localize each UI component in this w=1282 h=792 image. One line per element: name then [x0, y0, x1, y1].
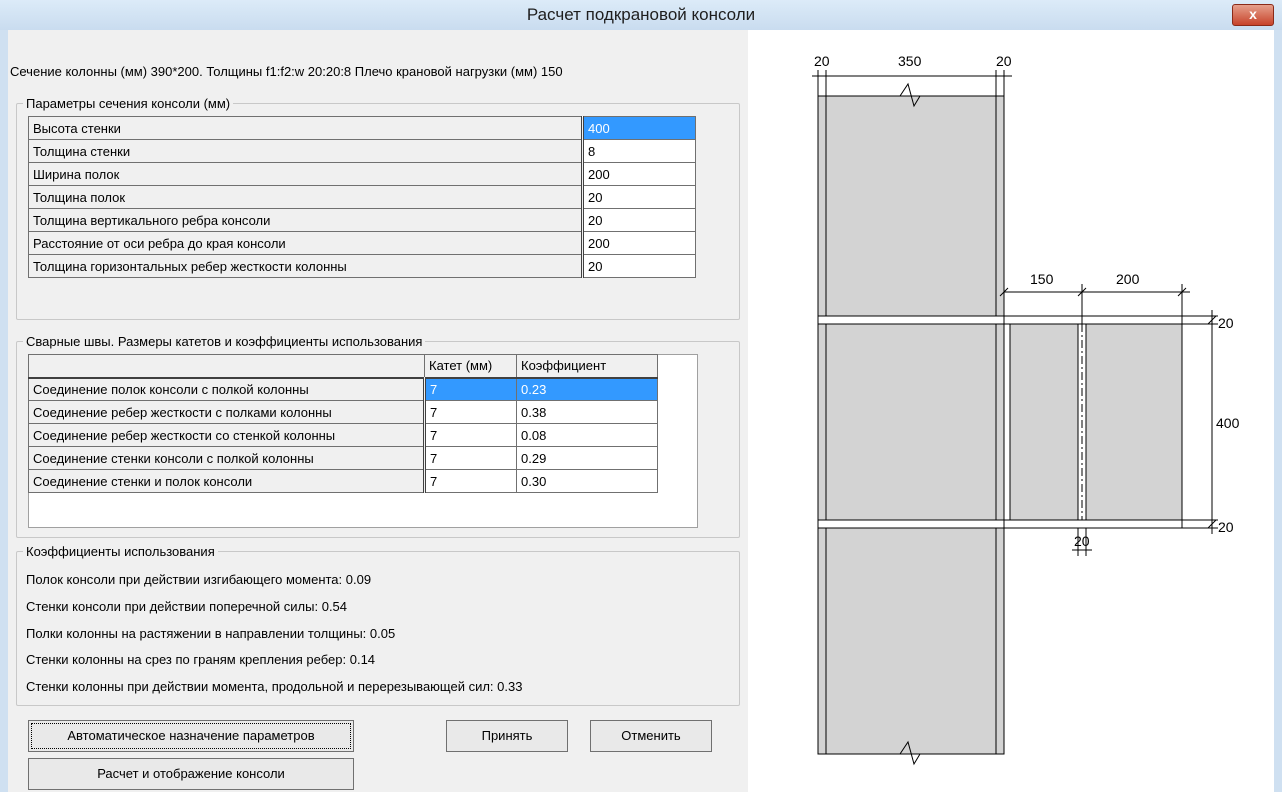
console-flange-bottom	[1003, 519, 1183, 529]
usage-line: Полок консоли при действии изгибающего м…	[26, 572, 372, 587]
window-title: Расчет подкрановой консоли	[526, 5, 756, 24]
weld-label: Соединение полок консоли с полкой колонн…	[28, 377, 426, 401]
usage-line: Стенки консоли при действии поперечной с…	[26, 599, 348, 614]
dim-top-width: 350	[898, 53, 922, 69]
console-body	[1009, 323, 1183, 521]
usage-line: Стенки колонны при действии момента, про…	[26, 679, 523, 694]
dim-top-rib: 20	[1218, 315, 1234, 331]
calc-display-button[interactable]: Расчет и отображение консоли	[28, 758, 354, 790]
table-row[interactable]: Расстояние от оси ребра до края консоли 2…	[28, 231, 696, 255]
close-icon: x	[1249, 6, 1257, 22]
param-value-input[interactable]: 20	[582, 254, 696, 278]
weld-leg-input[interactable]: 7	[424, 400, 517, 424]
column-rib-bottom	[817, 519, 1005, 529]
weld-label: Соединение ребер жесткости с полками кол…	[28, 400, 426, 424]
welds-header-empty	[28, 354, 425, 379]
usage-legend: Коэффициенты использования	[26, 544, 215, 559]
weld-coef-value: 0.38	[516, 400, 658, 424]
param-value-input[interactable]: 200	[582, 231, 696, 255]
weld-leg-input[interactable]: 7	[424, 469, 517, 493]
cancel-button[interactable]: Отменить	[590, 720, 712, 752]
param-label: Толщина горизонтальных ребер жесткости к…	[28, 254, 584, 278]
param-value-input[interactable]: 20	[582, 185, 696, 209]
weld-label: Соединение стенки консоли с полкой колон…	[28, 446, 426, 470]
table-row[interactable]: Соединение полок консоли с полкой колонн…	[28, 377, 658, 401]
title-bar: Расчет подкрановой консоли x	[0, 0, 1282, 31]
accept-button[interactable]: Принять	[446, 720, 568, 752]
weld-label: Соединение стенки и полок консоли	[28, 469, 426, 493]
column-header-coef: Коэффициент	[516, 354, 658, 379]
close-button[interactable]: x	[1232, 4, 1274, 26]
column-header-leg: Катет (мм)	[424, 354, 517, 379]
table-row[interactable]: Соединение стенки и полок консоли 7 0.30	[28, 469, 658, 493]
table-row[interactable]: Соединение ребер жесткости со стенкой ко…	[28, 423, 658, 447]
dim-vert-rib: 20	[1074, 533, 1090, 549]
param-value-input[interactable]: 200	[582, 162, 696, 186]
window-frame-left	[0, 30, 8, 792]
dim-bottom-rib: 20	[1218, 519, 1234, 535]
params-grid: Высота стенки 400 Толщина стенки 8 Ширина …	[28, 116, 696, 278]
drawing-canvas: 20 350 20 150 200 20 400 20 20	[748, 30, 1274, 792]
weld-leg-input[interactable]: 7	[424, 446, 517, 470]
welds-grid: Катет (мм) Коэффициент Соединение полок …	[28, 354, 658, 493]
dim-arm: 150	[1030, 271, 1054, 287]
weld-leg-input[interactable]: 7	[424, 377, 517, 401]
weld-coef-value: 0.23	[516, 377, 658, 401]
dim-top-left-flange: 20	[814, 53, 830, 69]
param-label: Ширина полок	[28, 162, 584, 186]
table-row[interactable]: Соединение стенки консоли с полкой колон…	[28, 446, 658, 470]
usage-line: Полки колонны на растяжении в направлени…	[26, 626, 396, 641]
table-row[interactable]: Толщина стенки 8	[28, 139, 696, 163]
param-label: Толщина полок	[28, 185, 584, 209]
table-row[interactable]: Высота стенки 400	[28, 116, 696, 140]
table-header-row: Катет (мм) Коэффициент	[28, 354, 658, 379]
weld-leg-input[interactable]: 7	[424, 423, 517, 447]
dim-console-width: 200	[1116, 271, 1140, 287]
weld-label: Соединение ребер жесткости со стенкой ко…	[28, 423, 426, 447]
table-row[interactable]: Толщина полок 20	[28, 185, 696, 209]
column-body	[817, 95, 1005, 755]
param-value-input[interactable]: 20	[582, 208, 696, 232]
param-label: Расстояние от оси ребра до края консоли	[28, 231, 584, 255]
dim-height: 400	[1216, 415, 1240, 431]
window-frame-right	[1274, 30, 1282, 792]
table-row[interactable]: Ширина полок 200	[28, 162, 696, 186]
weld-coef-value: 0.29	[516, 446, 658, 470]
param-label: Толщина стенки	[28, 139, 584, 163]
table-row[interactable]: Соединение ребер жесткости с полками кол…	[28, 400, 658, 424]
auto-params-button[interactable]: Автоматическое назначение параметров	[28, 720, 354, 752]
console-drawing: 20 350 20 150 200 20 400 20 20	[812, 53, 1240, 766]
weld-coef-value: 0.08	[516, 423, 658, 447]
column-rib-top	[817, 315, 1005, 325]
param-label: Толщина вертикального ребра консоли	[28, 208, 584, 232]
param-value-input[interactable]: 400	[582, 116, 696, 140]
params-legend: Параметры сечения консоли (мм)	[26, 96, 231, 111]
welds-legend: Сварные швы. Размеры катетов и коэффицие…	[26, 334, 423, 349]
param-label: Высота стенки	[28, 116, 584, 140]
weld-coef-value: 0.30	[516, 469, 658, 493]
usage-line: Стенки колонны на срез по граням креплен…	[26, 652, 376, 667]
column-section-info: Сечение колонны (мм) 390*200. Толщины f1…	[10, 64, 563, 79]
param-value-input[interactable]: 8	[582, 139, 696, 163]
dim-top-right-flange: 20	[996, 53, 1012, 69]
table-row[interactable]: Толщина горизонтальных ребер жесткости к…	[28, 254, 696, 278]
console-flange-top	[1003, 315, 1183, 325]
table-row[interactable]: Толщина вертикального ребра консоли 20	[28, 208, 696, 232]
